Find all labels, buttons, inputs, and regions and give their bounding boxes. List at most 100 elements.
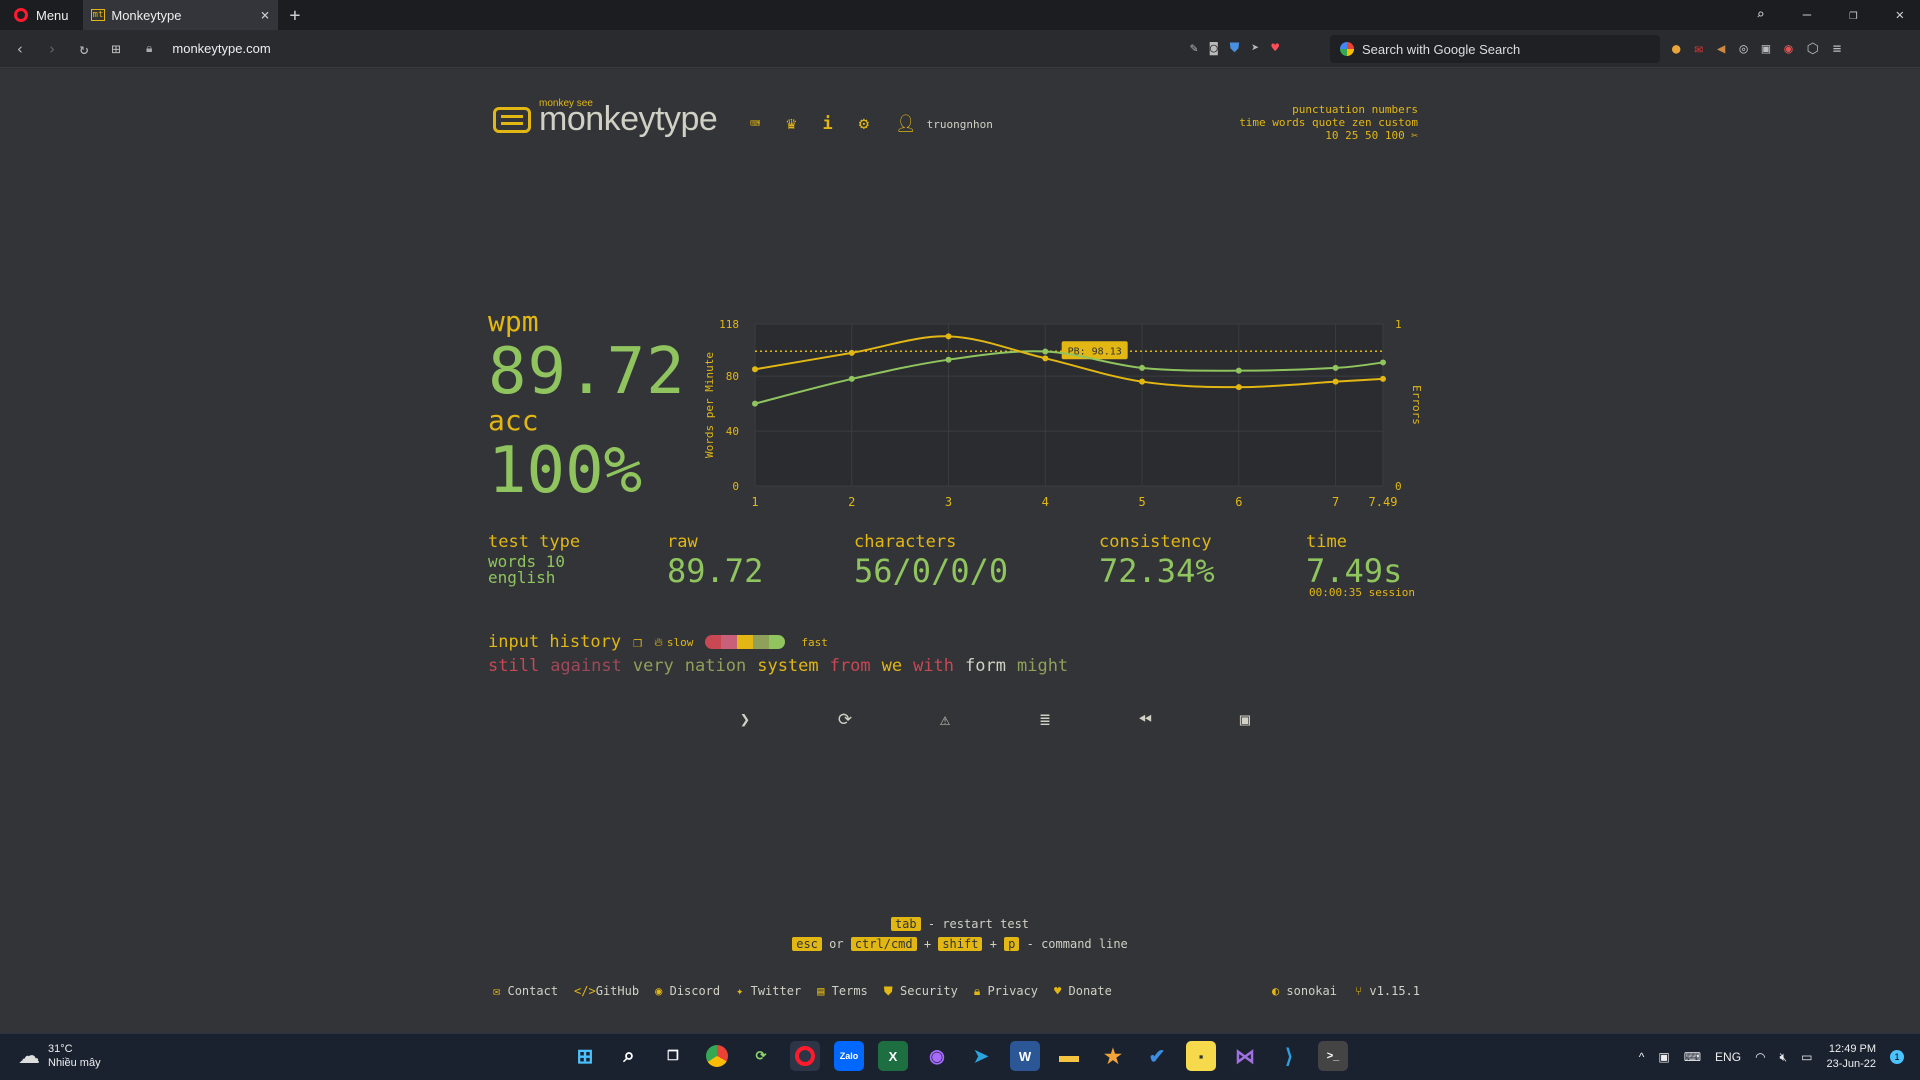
- se-icon[interactable]: ▣: [1762, 41, 1770, 57]
- time-label: time: [1306, 532, 1347, 552]
- opera-icon[interactable]: [790, 1041, 820, 1071]
- file-explorer-icon[interactable]: ▬: [1054, 1041, 1084, 1071]
- google-icon: [1340, 42, 1354, 56]
- x-tick-label: 2: [848, 495, 855, 509]
- account-button[interactable]: 👤︎ truongnhon: [895, 114, 993, 134]
- sticky-notes-icon[interactable]: ▪: [1186, 1041, 1216, 1071]
- code-icon: </>: [574, 984, 596, 998]
- close-window-icon[interactable]: ✕: [1896, 7, 1904, 23]
- document-icon: ▤: [817, 984, 825, 998]
- search-icon[interactable]: ⌕: [614, 1041, 644, 1071]
- footer-privacy[interactable]: 🔒︎ Privacy: [974, 984, 1038, 999]
- gear-icon[interactable]: ⚙: [859, 114, 869, 134]
- tray-chevron-icon[interactable]: ^: [1639, 1050, 1645, 1064]
- footer-contact[interactable]: ✉ Contact: [493, 984, 558, 999]
- history-word: very: [632, 656, 674, 676]
- clock-time: 12:49 PM: [1828, 1043, 1876, 1055]
- task-view-icon[interactable]: ❐: [658, 1041, 688, 1071]
- mute-icon[interactable]: 🔇︎: [1780, 1050, 1788, 1065]
- visual-studio-icon[interactable]: ⋈: [1230, 1041, 1260, 1071]
- chrome-icon[interactable]: [702, 1041, 732, 1071]
- search-tabs-icon[interactable]: ⌕: [1756, 7, 1764, 23]
- footer-terms[interactable]: ▤ Terms: [817, 984, 868, 999]
- telegram-icon[interactable]: ➤: [966, 1041, 996, 1071]
- browser-tab-bar: Menu mt Monkeytype × + ⌕ — ❐ ✕: [0, 0, 1920, 30]
- clock-date: 23-Jun-22: [1826, 1058, 1876, 1070]
- word-history-icon[interactable]: ≣: [995, 710, 1095, 730]
- camera-icon[interactable]: ◙: [1210, 41, 1218, 56]
- terminal-icon[interactable]: >_: [1318, 1041, 1348, 1071]
- footer-github[interactable]: </>GitHub: [574, 984, 639, 999]
- plus-text: +: [923, 937, 932, 951]
- compass-icon[interactable]: ◎: [1739, 41, 1747, 57]
- screenshot-icon[interactable]: ▣: [1195, 710, 1295, 730]
- fire-icon[interactable]: 🔥︎: [654, 635, 663, 650]
- search-placeholder: Search with Google Search: [1362, 41, 1521, 57]
- keyboard-icon[interactable]: ⌨: [750, 114, 760, 134]
- info-icon[interactable]: i: [823, 114, 833, 134]
- data-point: [1139, 364, 1146, 371]
- todo-icon[interactable]: ✔: [1142, 1041, 1172, 1071]
- cube-icon[interactable]: ⬡: [1807, 41, 1819, 57]
- version-button[interactable]: ⑂ v1.15.1: [1355, 984, 1420, 998]
- shield-icon[interactable]: ⛊: [1230, 41, 1240, 56]
- footer-security[interactable]: ⛊ Security: [884, 984, 958, 999]
- keyboard-icon[interactable]: ⌨: [1684, 1050, 1701, 1064]
- back-icon[interactable]: ‹: [4, 40, 36, 58]
- copy-icon[interactable]: ❐: [633, 633, 642, 651]
- x-tick-label: 1: [751, 495, 758, 509]
- reload-icon[interactable]: ↻: [68, 40, 100, 58]
- forward-icon[interactable]: ›: [36, 40, 68, 58]
- new-tab-button[interactable]: +: [278, 5, 313, 26]
- crown-icon[interactable]: ♛: [786, 114, 796, 134]
- search-box[interactable]: Search with Google Search: [1330, 35, 1660, 63]
- star-icon[interactable]: ★: [1098, 1041, 1128, 1071]
- theme-button[interactable]: ◐ sonokai: [1272, 984, 1337, 998]
- excel-icon[interactable]: X: [878, 1041, 908, 1071]
- replay-icon[interactable]: ⏪︎: [1095, 710, 1195, 730]
- send-icon[interactable]: ➤: [1251, 41, 1259, 56]
- zalo-icon[interactable]: Zalo: [834, 1041, 864, 1071]
- clock[interactable]: 12:49 PM 23-Jun-22: [1826, 1042, 1876, 1072]
- restore-icon[interactable]: ❐: [1849, 7, 1857, 23]
- footer-twitter[interactable]: ✦ Twitter: [736, 984, 801, 999]
- close-tab-icon[interactable]: ×: [261, 6, 270, 24]
- url-field[interactable]: monkeytype.com: [172, 41, 270, 56]
- tray-app-icon[interactable]: ▣: [1658, 1050, 1669, 1064]
- edit-icon[interactable]: ✎: [1190, 41, 1198, 56]
- battery-icon[interactable]: ▭: [1801, 1050, 1812, 1064]
- warning-icon[interactable]: ⚠: [895, 710, 995, 730]
- opera-menu-button[interactable]: Menu: [0, 0, 83, 30]
- word-icon[interactable]: W: [1010, 1041, 1040, 1071]
- next-test-icon[interactable]: ❯: [695, 710, 795, 730]
- footer-donate[interactable]: ♥ Donate: [1054, 984, 1112, 999]
- config-counts[interactable]: 10 25 50 100 ✂: [1239, 129, 1418, 142]
- app-icon[interactable]: ⟳: [746, 1041, 776, 1071]
- tabs-grid-icon[interactable]: ⊞: [100, 40, 132, 58]
- twitter-icon: ✦: [736, 984, 744, 998]
- extension-icon[interactable]: ●: [1672, 41, 1680, 57]
- restart-icon[interactable]: ⟳: [795, 710, 895, 730]
- speaker-icon[interactable]: ◀: [1717, 41, 1725, 57]
- browser-tab[interactable]: mt Monkeytype ×: [82, 0, 278, 30]
- heart-icon[interactable]: ♥: [1271, 41, 1279, 56]
- vscode-icon[interactable]: ⟩: [1274, 1041, 1304, 1071]
- branch-icon: ⑂: [1354, 984, 1363, 998]
- weather-widget[interactable]: ☁ 31°C Nhiều mây: [18, 1042, 101, 1070]
- terms-label: Terms: [831, 984, 868, 998]
- wifi-icon[interactable]: ◠: [1755, 1050, 1765, 1064]
- logo[interactable]: monkey see monkeytype: [493, 98, 718, 139]
- mail-icon[interactable]: ✉: [1694, 41, 1702, 57]
- history-word: nation: [684, 656, 747, 676]
- messenger-icon[interactable]: ◉: [922, 1041, 952, 1071]
- tab-key: tab: [890, 917, 921, 931]
- menu-icon[interactable]: ≡: [1833, 41, 1841, 57]
- notification-badge[interactable]: 1: [1890, 1050, 1904, 1064]
- language-indicator[interactable]: ENG: [1715, 1050, 1741, 1064]
- config-modes[interactable]: time words quote zen custom: [1239, 116, 1418, 129]
- config-modifiers[interactable]: punctuation numbers: [1239, 103, 1418, 116]
- footer-discord[interactable]: ◉ Discord: [655, 984, 720, 999]
- minimize-icon[interactable]: —: [1803, 7, 1811, 23]
- windows-start-icon[interactable]: ⊞: [570, 1041, 600, 1071]
- color-icon[interactable]: ◉: [1784, 41, 1792, 57]
